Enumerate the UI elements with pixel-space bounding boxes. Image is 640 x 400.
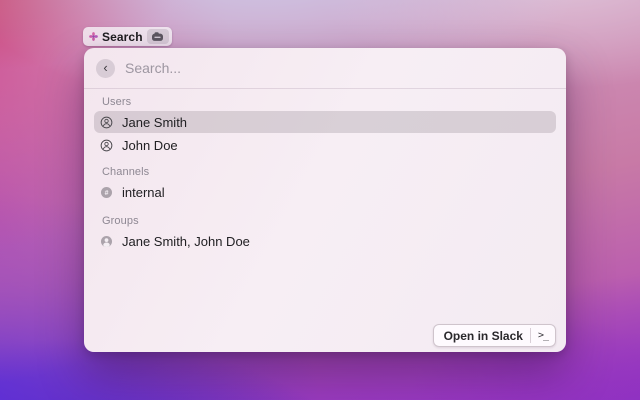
menubar-badge[interactable] [146, 29, 169, 44]
search-input[interactable] [123, 59, 554, 77]
list-item-label: Jane Smith [122, 114, 188, 130]
results-list: Users Jane Smith John Doe Channels # int… [84, 96, 566, 252]
section-label-groups: Groups [102, 215, 139, 227]
section-label-users: Users [102, 96, 132, 108]
chevron-left-icon: ‹ [103, 60, 108, 75]
open-in-slack-label: Open in Slack [443, 328, 523, 343]
list-item-user[interactable]: Jane Smith [94, 111, 556, 133]
menubar-search-pill[interactable]: Search [83, 27, 172, 46]
search-panel: ‹ Users Jane Smith [84, 48, 566, 352]
menubar-search-label: Search [102, 29, 143, 44]
list-item-channel[interactable]: # internal [94, 181, 556, 203]
open-in-slack-button[interactable]: Open in Slack >_ [432, 324, 556, 347]
svg-text:#: # [105, 189, 109, 196]
section-label-channels: Channels [102, 166, 150, 178]
list-item-label: John Doe [122, 137, 178, 153]
hash-circle-icon: # [100, 186, 113, 199]
list-item-label: Jane Smith, John Doe [122, 233, 250, 249]
search-bar: ‹ [84, 48, 566, 89]
people-circle-icon [100, 235, 113, 248]
list-item-label: internal [122, 184, 165, 200]
enter-shortcut-icon: >_ [537, 330, 549, 341]
button-divider [529, 328, 531, 343]
list-item-user[interactable]: John Doe [94, 134, 556, 156]
flower-icon [89, 32, 98, 41]
person-circle-icon [100, 139, 113, 152]
person-circle-icon [100, 116, 113, 129]
back-button[interactable]: ‹ [96, 58, 115, 78]
camera-icon [151, 31, 164, 42]
list-item-group[interactable]: Jane Smith, John Doe [94, 230, 556, 252]
